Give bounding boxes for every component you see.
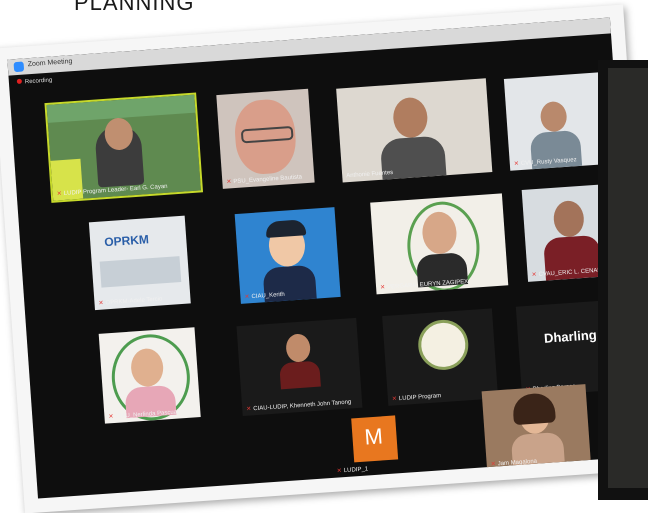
participant-tile[interactable]: ✕ Jam Magalona [481, 384, 591, 472]
participant-tile[interactable]: ✕ CIAU_Nerlinda Pascual [98, 327, 201, 424]
participant-tile[interactable]: ✕ VERGARA, EURYN ZAGIPEX [370, 193, 509, 295]
zoom-screen: Zoom Meeting Recording ✕ LUDIP Program Le… [7, 17, 641, 499]
participant-tile[interactable]: ✕ PSU_Evangeline Bautista [216, 88, 315, 189]
page-heading: PLANNING [74, 0, 195, 15]
participant-tile[interactable]: ✕ LUDIP Program Leader- Earl G. Cayan [44, 92, 204, 203]
second-monitor-screen [608, 68, 648, 488]
window-title: Zoom Meeting [27, 58, 73, 69]
participant-name: ✕ CIAU-LUDIP, Khenneth John Tanong [246, 399, 352, 413]
recording-icon [16, 78, 23, 84]
avatar-letter: M [363, 423, 384, 450]
second-monitor [598, 60, 648, 500]
participant-name: ✕ PSU_Evangeline Bautista [226, 174, 303, 186]
oprkm-logo: OPRKM [103, 232, 150, 250]
participant-name: ✕ Jam Magalona [490, 458, 538, 468]
participant-tile[interactable]: OPRKM ✕ OPRKM-Adele Tercio [88, 215, 191, 311]
photo-frame: Zoom Meeting Recording ✕ LUDIP Program Le… [0, 4, 648, 513]
participant-name: ✕ OPRKM-Adele Tercio [98, 296, 163, 307]
participant-tile[interactable]: ✕ CIAU-LUDIP, Khenneth John Tanong [236, 317, 363, 417]
window-titlebar: Zoom Meeting [7, 17, 611, 76]
recording-indicator: Recording [16, 77, 53, 86]
ludip-logo [416, 318, 470, 372]
participant-tile[interactable]: M [351, 415, 399, 463]
participant-name: ✕ LUDIP Program [391, 393, 442, 403]
participant-tile[interactable]: ✕ CIAU_Kerith [234, 207, 341, 304]
participant-name: ✕ LUDIP_1 [336, 466, 369, 475]
recording-label: Recording [24, 77, 53, 86]
zoom-icon [13, 61, 25, 73]
participant-tile[interactable]: Anthonie Fuentes [336, 78, 493, 183]
participant-tile[interactable]: ✕ CVU_Rusty Vasquez [503, 72, 611, 171]
